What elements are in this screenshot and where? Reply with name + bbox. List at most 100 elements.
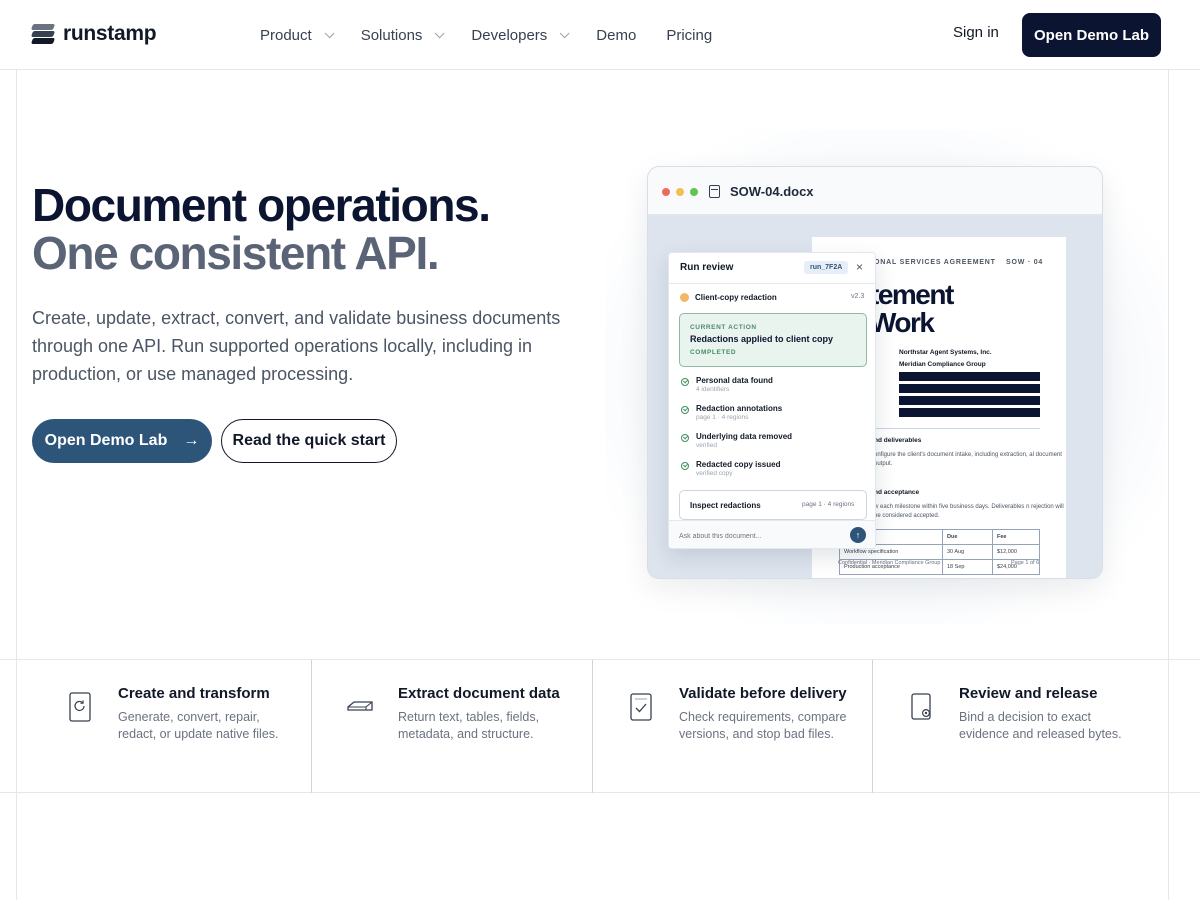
check-circle-icon [681,406,689,414]
nav-item-demo[interactable]: Demo [596,27,636,44]
open-demo-lab-nav-button[interactable]: Open Demo Lab [1022,13,1161,57]
close-icon[interactable]: × [856,260,863,274]
open-demo-lab-button[interactable]: Open Demo Lab → [32,419,212,463]
chevron-down-icon [324,27,335,38]
step-subtitle: verified [696,442,717,449]
current-action-status: COMPLETED [690,349,737,356]
table-cell: 30 Aug [942,544,993,560]
step-subtitle: verified copy [696,470,733,477]
feature-description: Generate, convert, repair, redact, or up… [118,710,279,741]
nav-item-label: Developers [471,26,548,44]
table-cell: 18 Sep [942,559,993,575]
main-menu: Product Solutions Developers Demo Pricin… [260,0,742,70]
check-circle-icon [681,462,689,470]
tray-icon [346,690,374,724]
nav-item-label: Product [260,26,312,44]
hero-lead: Create, update, extract, convert, and va… [32,308,561,384]
current-action-text: Redactions applied to client copy [690,334,834,344]
panel-header: Run review run_7F2A × [669,253,875,284]
inspect-label: Inspect redactions [690,501,761,510]
current-action-label: CURRENT ACTION [690,324,757,331]
doc-title-line: Work [870,307,935,338]
task-version: v2.3 [851,293,865,300]
ask-input[interactable] [679,529,839,543]
current-action-card: CURRENT ACTION Redactions applied to cli… [679,313,867,367]
quick-start-button[interactable]: Read the quick start [221,419,397,463]
table-header-cell: Fee [992,529,1040,545]
feature-extract-data: Extract document data Return text, table… [312,660,592,793]
step-subtitle: 4 identifiers [696,386,730,393]
step-title: Underlying data removed [696,432,793,441]
chevron-down-icon [559,27,570,38]
doc-party: Northstar Agent Systems, Inc. [899,349,992,356]
run-review-panel: Run review run_7F2A × Client-copy redact… [668,252,876,549]
stamped-file-icon [909,690,935,724]
doc-footer-right: Page 1 of 6 [1011,560,1040,566]
panel-title: Run review [680,262,734,273]
frame-line-right [1168,70,1169,900]
feature-description: Bind a decision to exact evidence and re… [959,710,1122,741]
window-titlebar: SOW-04.docx [648,167,1102,215]
redaction-bar [899,372,1040,381]
run-id-badge: run_7F2A [804,261,849,274]
document-icon [709,185,720,198]
table-header-cell: Due [942,529,993,545]
step-title: Redaction annotations [696,404,783,413]
table-cell: $12,000 [992,544,1040,560]
doc-section-text: w each milestone within five business da… [874,504,1064,519]
ask-bar: ↑ [669,520,875,548]
step-title: Redacted copy issued [696,460,781,469]
feature-title: Validate before delivery [679,685,847,702]
feature-title: Create and transform [118,685,270,702]
doc-footer-left: Confidential · Meridian Compliance Group [838,560,941,566]
redaction-bar [899,408,1040,417]
hero-title: Document operations. [32,179,491,231]
feature-review-release: Review and release Bind a decision to ex… [873,660,1168,793]
nav-item-solutions[interactable]: Solutions [360,26,445,44]
top-nav: runstamp Product Solutions Developers De… [0,0,1200,70]
task-status-dot-icon [680,293,689,302]
step-subtitle: page 1 · 4 regions [696,414,749,421]
feature-description: Return text, tables, fields, metadata, a… [398,710,540,741]
stack-logo-icon [30,24,56,44]
checked-file-icon [628,690,654,724]
check-circle-icon [681,378,689,386]
redaction-bar [899,384,1040,393]
send-arrow-icon[interactable]: ↑ [850,527,866,543]
doc-party: Meridian Compliance Group [899,361,986,368]
inspect-redactions-button[interactable]: Inspect redactions page 1 · 4 regions [679,490,867,520]
feature-create-transform: Create and transform Generate, convert, … [17,660,311,793]
refresh-file-icon [67,690,93,724]
chevron-down-icon [435,27,445,38]
hero-subtitle: One consistent API. [32,227,440,279]
close-dot-icon [662,188,670,196]
window-file-name: SOW-04.docx [730,184,814,199]
doc-code: SOW · 04 [1006,259,1044,266]
arrow-right-icon: → [183,432,200,449]
nav-item-label: Pricing [666,26,713,44]
doc-section-text: onfigure the client's document intake, i… [874,452,1062,467]
nav-item-developers[interactable]: Developers [471,26,570,44]
nav-item-label: Solutions [360,26,423,44]
minimize-dot-icon [676,188,684,196]
doc-title-line: tement [870,279,954,310]
sign-in-link[interactable]: Sign in [953,24,999,41]
feature-description: Check requirements, compare versions, an… [679,710,847,741]
maximize-dot-icon [690,188,698,196]
doc-section-heading: nd acceptance [874,489,920,496]
nav-item-pricing[interactable]: Pricing [666,27,712,44]
nav-item-label: Demo [596,26,637,44]
redaction-bar [899,396,1040,405]
inspect-meta: page 1 · 4 regions [802,501,855,508]
doc-title: tement Work [870,279,954,338]
app-window-mockup: SOW-04.docx ONAL SERVICES AGREEMENT SOW … [647,166,1103,579]
button-label: Open Demo Lab [44,432,168,449]
feature-title: Extract document data [398,685,560,702]
task-name: Client-copy redaction [695,293,777,302]
brand-name: runstamp [63,22,157,45]
feature-validate: Validate before delivery Check requireme… [593,660,872,793]
brand-logo[interactable]: runstamp [30,22,157,46]
nav-item-product[interactable]: Product [260,26,335,44]
doc-section-heading: nd deliverables [874,437,922,444]
feature-title: Review and release [959,685,1098,702]
